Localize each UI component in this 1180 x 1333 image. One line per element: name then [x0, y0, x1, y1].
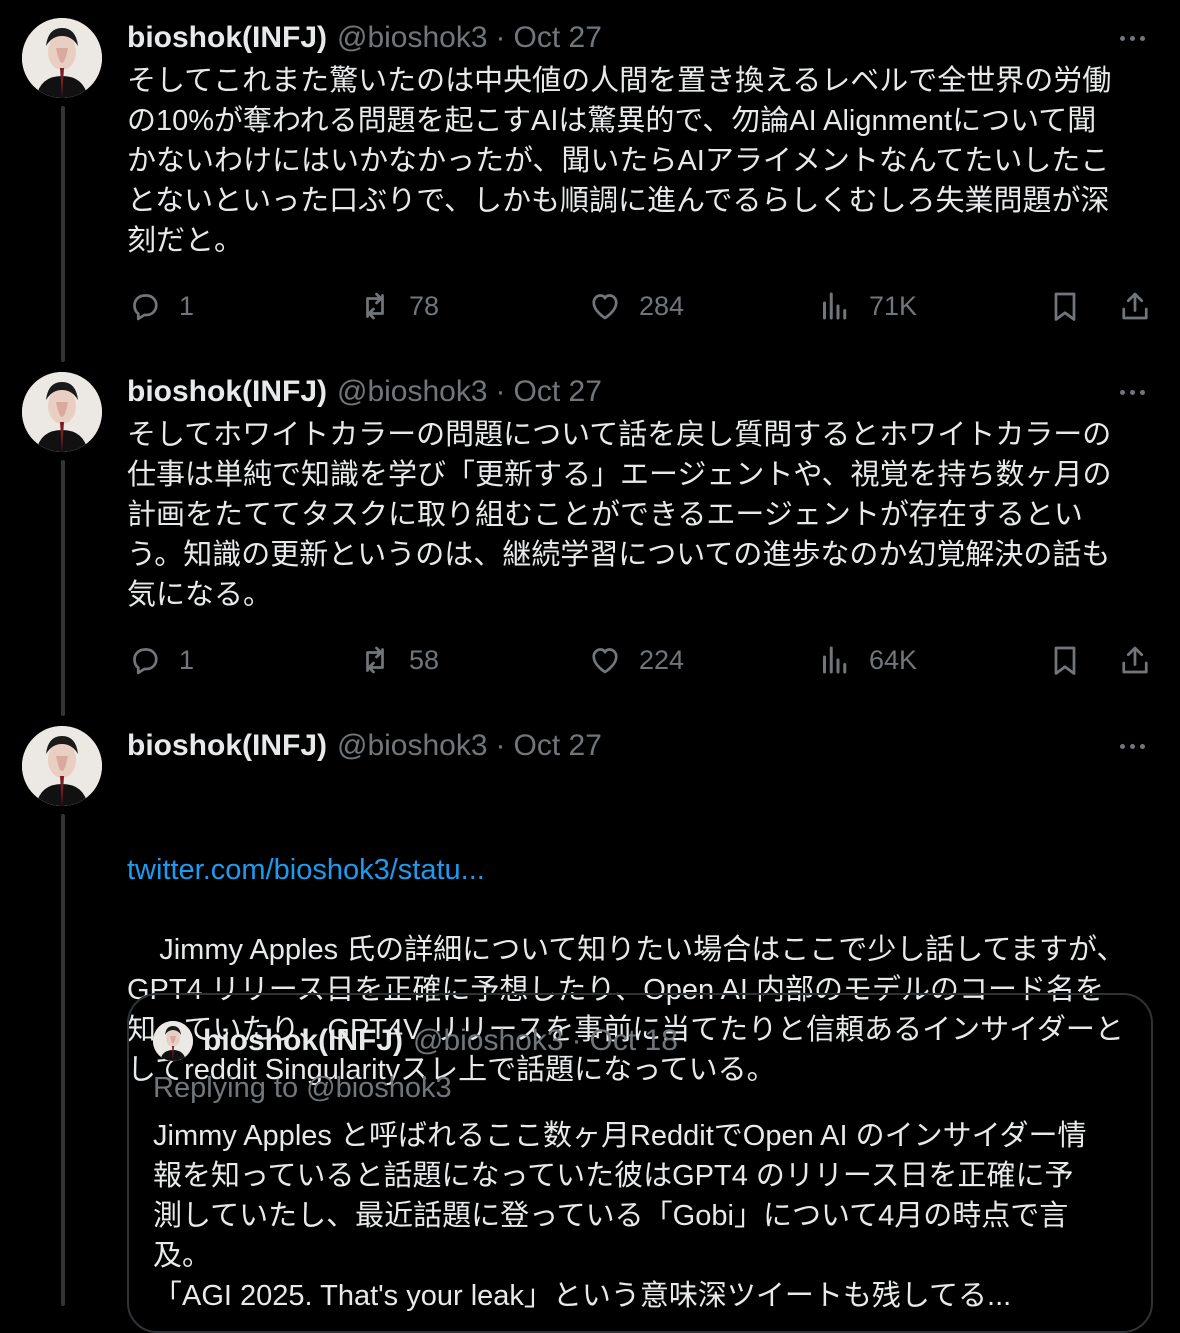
tweet-text: そしてホワイトカラーの問題について話を戻し質問するとホワイトカラーの 仕事は単純… [127, 419, 1112, 611]
bookmark-icon [1054, 646, 1076, 675]
views-button[interactable]: 71K [817, 286, 917, 326]
repost-button[interactable]: 78 [357, 286, 439, 326]
user-handle[interactable]: @bioshok3 [337, 726, 488, 766]
avatar[interactable] [22, 726, 102, 806]
tweet-header: bioshok(INFJ) @bioshok3 · Oct 27 [127, 726, 602, 766]
display-name[interactable]: bioshok(INFJ) [127, 18, 327, 58]
user-handle[interactable]: @bioshok3 [413, 1024, 564, 1058]
more-horizontal-icon[interactable] [1114, 376, 1150, 408]
repost-count: 78 [409, 290, 440, 321]
tweet-header: bioshok(INFJ) @bioshok3 · Oct 27 [127, 18, 602, 58]
bookmark-button[interactable] [1047, 286, 1083, 326]
separator-dot: · [495, 21, 506, 54]
reply-icon [133, 648, 158, 675]
like-button[interactable]: 284 [587, 286, 684, 326]
bookmark-button[interactable] [1047, 640, 1083, 680]
reply-icon [133, 294, 158, 321]
user-handle[interactable]: @bioshok3 [337, 18, 488, 58]
user-handle[interactable]: @bioshok3 [337, 372, 488, 412]
tweet[interactable]: bioshok(INFJ) @bioshok3 · Oct 27 そしてホワイト… [0, 372, 1180, 702]
quoted-tweet-text: Jimmy Apples と呼ばれるここ数ヶ月RedditでOpen AI のイ… [153, 1120, 1087, 1312]
bookmark-icon [1054, 292, 1076, 321]
views-icon [823, 292, 847, 320]
more-horizontal-icon[interactable] [1114, 730, 1150, 762]
tweet-actions: 1 78 284 71K [127, 286, 1157, 326]
reply-button[interactable]: 1 [127, 640, 194, 680]
tweet-header: bioshok(INFJ) @bioshok3 · Oct 27 [127, 372, 602, 412]
tweet-link[interactable]: twitter.com/bioshok3/statu... [127, 850, 1157, 890]
reply-count: 1 [179, 290, 195, 321]
heart-icon [592, 294, 618, 320]
tweet[interactable]: bioshok(INFJ) @bioshok3 · Oct 27 そしてこれまた… [0, 18, 1180, 348]
reply-count: 1 [179, 644, 195, 675]
separator-dot: · [571, 1024, 582, 1057]
reply-button[interactable]: 1 [127, 286, 194, 326]
repost-count: 58 [409, 644, 440, 675]
replying-to: Replying to @bioshok3 [153, 1072, 452, 1104]
like-count: 284 [639, 290, 685, 321]
more-horizontal-icon[interactable] [1114, 22, 1150, 54]
tweet-text: そしてこれまた驚いたのは中央値の人間を置き換えるレベルで全世界の労働 の10%が… [127, 65, 1112, 257]
tweet-actions: 1 58 224 64K [127, 640, 1157, 680]
separator-dot: · [495, 375, 506, 408]
like-button[interactable]: 224 [587, 640, 684, 680]
views-count: 64K [869, 644, 918, 675]
tweet-date[interactable]: Oct 18 [590, 1024, 678, 1058]
tweet-date[interactable]: Oct 27 [514, 372, 602, 412]
display-name[interactable]: bioshok(INFJ) [203, 1024, 403, 1058]
share-icon [1122, 646, 1148, 674]
separator-dot: · [495, 729, 506, 762]
views-icon [823, 646, 847, 674]
repost-icon [366, 292, 384, 320]
heart-icon [592, 648, 618, 674]
display-name[interactable]: bioshok(INFJ) [127, 726, 327, 766]
repost-button[interactable]: 58 [357, 640, 439, 680]
avatar[interactable] [22, 372, 102, 452]
views-button[interactable]: 64K [817, 640, 917, 680]
share-button[interactable] [1117, 640, 1153, 680]
quoted-tweet-header: bioshok(INFJ) @bioshok3 · Oct 18 [203, 1021, 678, 1061]
display-name[interactable]: bioshok(INFJ) [127, 372, 327, 412]
quoted-tweet[interactable]: bioshok(INFJ) @bioshok3 · Oct 18 Replyin… [127, 993, 1153, 1333]
views-count: 71K [869, 290, 918, 321]
tweet-date[interactable]: Oct 27 [514, 18, 602, 58]
tweet-date[interactable]: Oct 27 [514, 726, 602, 766]
avatar[interactable] [22, 18, 102, 98]
repost-icon [366, 646, 384, 674]
share-icon [1122, 292, 1148, 320]
share-button[interactable] [1117, 286, 1153, 326]
avatar[interactable] [153, 1021, 193, 1061]
like-count: 224 [639, 644, 685, 675]
